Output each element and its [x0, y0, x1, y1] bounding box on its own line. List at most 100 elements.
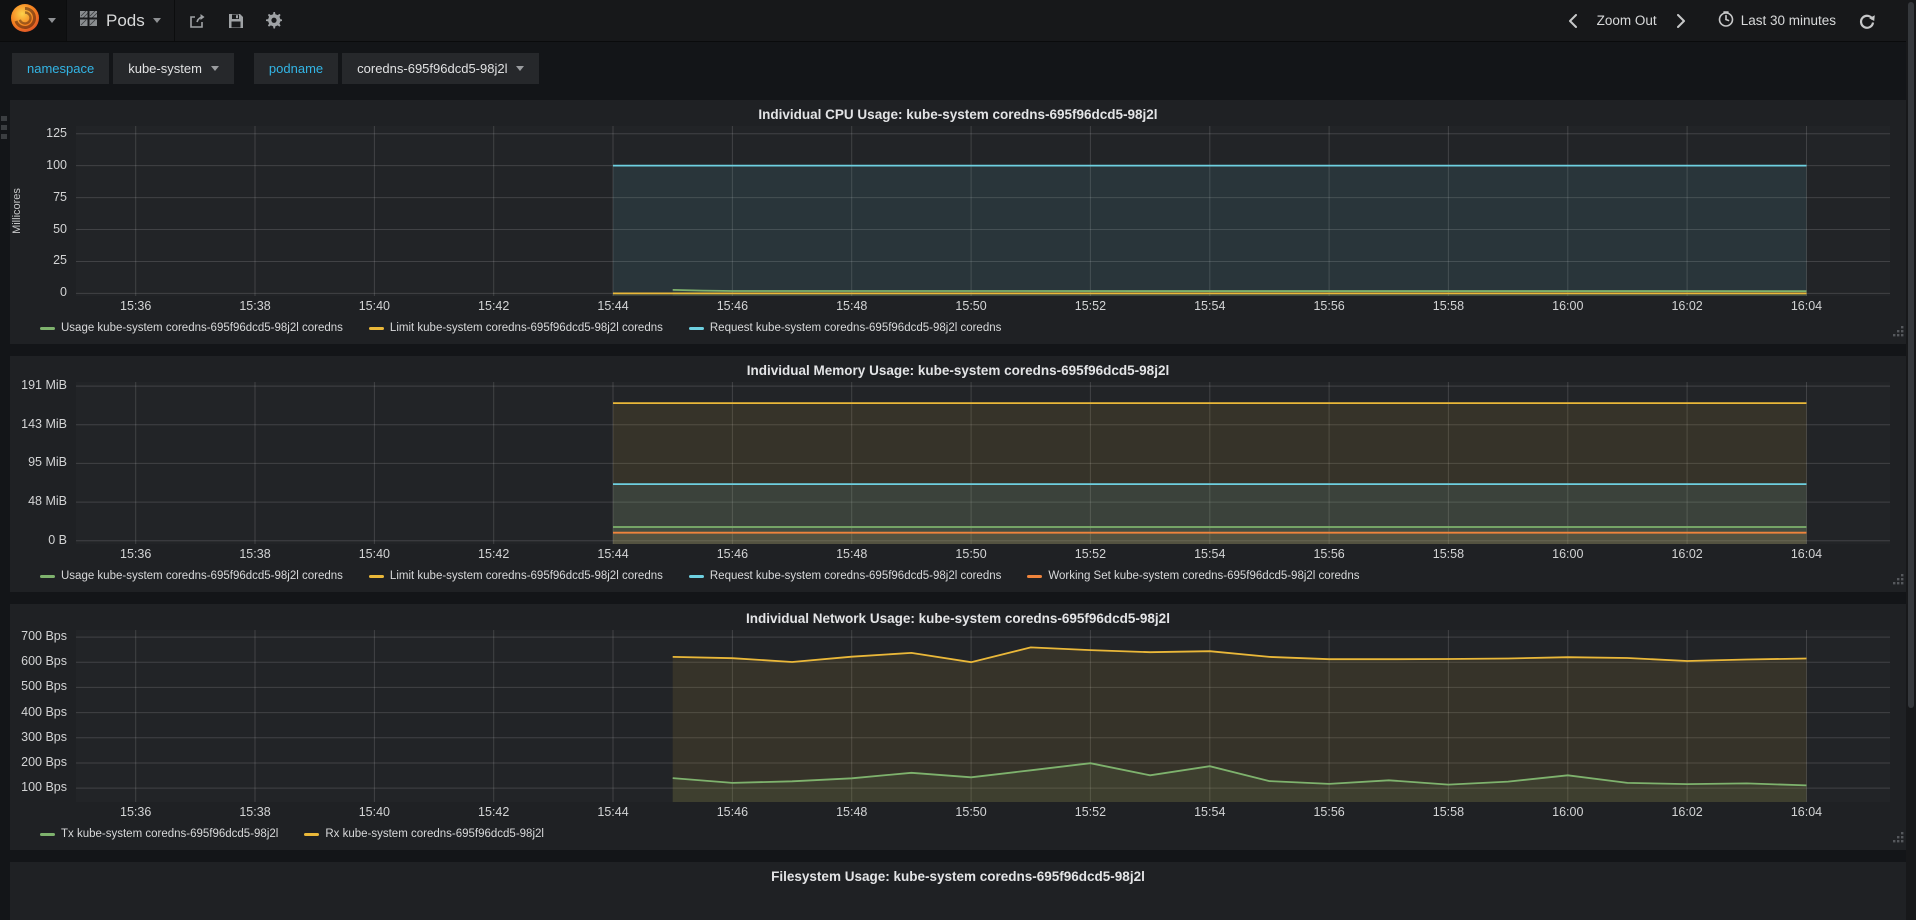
- x-tick-label: 15:48: [836, 547, 868, 561]
- legend-label: Limit kube-system coredns-695f96dcd5-98j…: [389, 322, 663, 334]
- chart-canvas[interactable]: [76, 630, 1890, 802]
- legend-item[interactable]: Request kube-system coredns-695f96dcd5-9…: [688, 322, 1002, 334]
- x-tick-label: 15:58: [1432, 547, 1465, 561]
- x-tick-label: 15:42: [478, 547, 510, 561]
- legend-item[interactable]: Working Set kube-system coredns-695f96dc…: [1027, 570, 1359, 582]
- y-tick-label: 100: [46, 157, 67, 172]
- x-tick-label: 15:36: [120, 805, 152, 819]
- settings-gear-icon[interactable]: [255, 0, 293, 41]
- panel-title[interactable]: Individual CPU Usage: kube-system coredn…: [10, 100, 1906, 126]
- memory-chart-plot-area[interactable]: [76, 382, 1890, 544]
- page-scrollbar[interactable]: [1906, 0, 1916, 920]
- legend-item[interactable]: Usage kube-system coredns-695f96dcd5-98j…: [40, 322, 343, 334]
- x-tick-label: 15:54: [1194, 299, 1226, 313]
- x-tick-label: 15:56: [1313, 547, 1345, 561]
- legend-item[interactable]: Tx kube-system coredns-695f96dcd5-98j2l: [40, 828, 278, 840]
- memory-chart-legend: Usage kube-system coredns-695f96dcd5-98j…: [10, 566, 1906, 592]
- x-tick-label: 15:54: [1194, 547, 1226, 561]
- x-tick-label: 16:04: [1790, 805, 1823, 819]
- x-tick-label: 16:00: [1552, 547, 1584, 561]
- time-range-label: Last 30 minutes: [1740, 13, 1836, 28]
- x-tick-label: 16:04: [1790, 547, 1823, 561]
- save-button[interactable]: [217, 0, 255, 41]
- legend-swatch: [368, 574, 384, 578]
- x-tick-label: 15:54: [1194, 805, 1226, 819]
- x-tick-label: 15:42: [478, 805, 510, 819]
- y-axis-label: Millicores: [11, 188, 23, 234]
- x-tick-label: 16:00: [1552, 299, 1584, 313]
- y-tick-label: 25: [53, 253, 67, 268]
- x-tick-label: 15:40: [358, 299, 390, 313]
- y-tick-label: 50: [53, 221, 67, 236]
- time-back-button[interactable]: [1560, 13, 1585, 28]
- x-tick-label: 15:46: [716, 299, 749, 313]
- legend-label: Request kube-system coredns-695f96dcd5-9…: [709, 322, 1002, 334]
- y-tick-label: 191 MiB: [21, 378, 67, 393]
- x-tick-label: 15:58: [1432, 299, 1465, 313]
- legend-swatch: [688, 574, 704, 578]
- legend-swatch: [40, 326, 55, 330]
- legend-label: Working Set kube-system coredns-695f96dc…: [1048, 570, 1360, 582]
- x-tick-label: 15:38: [239, 805, 271, 819]
- chart-canvas[interactable]: [76, 126, 1890, 296]
- grafana-logo: [10, 3, 40, 38]
- y-tick-label: 125: [46, 125, 67, 140]
- x-tick-label: 15:52: [1074, 805, 1107, 819]
- legend-item[interactable]: Usage kube-system coredns-695f96dcd5-98j…: [40, 570, 343, 582]
- cpu-chart-plot-area[interactable]: [76, 126, 1890, 296]
- network-chart-plot-area[interactable]: [76, 630, 1890, 802]
- panel-title[interactable]: Individual Memory Usage: kube-system cor…: [10, 356, 1906, 382]
- y-tick-label: 400 Bps: [21, 704, 67, 719]
- y-tick-label: 700 Bps: [21, 629, 67, 644]
- legend-item[interactable]: Limit kube-system coredns-695f96dcd5-98j…: [368, 322, 663, 334]
- legend-item[interactable]: Request kube-system coredns-695f96dcd5-9…: [688, 570, 1002, 582]
- legend-swatch: [688, 326, 704, 330]
- row-drag-handle[interactable]: [1, 116, 9, 143]
- dashboard-title: Pods: [106, 10, 145, 30]
- refresh-icon[interactable]: [1848, 0, 1886, 41]
- grafana-menu-button[interactable]: [0, 0, 67, 41]
- cpu-chart-legend: Usage kube-system coredns-695f96dcd5-98j…: [10, 318, 1906, 344]
- x-tick-label: 15:58: [1432, 805, 1465, 819]
- x-axis-ticks: 15:36 15:38 15:40 15:42 15:44 15:46 15:48 15:50…: [76, 296, 1890, 318]
- panel-resize-grip[interactable]: [1892, 830, 1904, 848]
- legend-swatch: [40, 574, 55, 578]
- network-chart-legend: Tx kube-system coredns-695f96dcd5-98j2l R…: [10, 824, 1906, 850]
- x-axis-ticks: 15:36 15:38 15:40 15:42 15:44 15:46 15:48 15:50…: [76, 802, 1890, 824]
- panel-individual-cpu-usage: Individual CPU Usage: kube-system coredn…: [10, 100, 1906, 344]
- x-tick-label: 15:40: [358, 547, 390, 561]
- x-tick-label: 16:04: [1790, 299, 1823, 313]
- scrollbar-thumb[interactable]: [1908, 2, 1914, 708]
- panel-title[interactable]: Individual Network Usage: kube-system co…: [10, 604, 1906, 630]
- panel-resize-grip[interactable]: [1892, 572, 1904, 590]
- variable-label-namespace: namespace: [12, 52, 110, 84]
- x-tick-label: 15:48: [836, 299, 868, 313]
- legend-label: Request kube-system coredns-695f96dcd5-9…: [709, 570, 1002, 582]
- top-navbar: Pods Zoom Out Last 30 minutes: [0, 0, 1916, 42]
- zoom-out-button[interactable]: Zoom Out: [1589, 13, 1665, 28]
- variable-value-podname[interactable]: coredns-695f96dcd5-98j2l: [342, 52, 540, 84]
- y-tick-label: 0: [60, 285, 67, 300]
- chart-canvas[interactable]: [76, 382, 1890, 544]
- legend-label: Tx kube-system coredns-695f96dcd5-98j2l: [61, 828, 279, 840]
- legend-label: Rx kube-system coredns-695f96dcd5-98j2l: [325, 828, 544, 840]
- x-tick-label: 15:50: [955, 299, 987, 313]
- dashboard-picker[interactable]: Pods: [67, 0, 175, 41]
- share-button[interactable]: [179, 0, 217, 41]
- y-tick-label: 143 MiB: [21, 416, 67, 431]
- x-tick-label: 15:44: [597, 299, 629, 313]
- panel-title[interactable]: Filesystem Usage: kube-system coredns-69…: [10, 862, 1906, 888]
- legend-item[interactable]: Rx kube-system coredns-695f96dcd5-98j2l: [304, 828, 544, 840]
- panel-resize-grip[interactable]: [1892, 324, 1904, 342]
- time-range-button[interactable]: Last 30 minutes: [1710, 11, 1844, 30]
- time-forward-button[interactable]: [1669, 13, 1694, 28]
- x-axis-ticks: 15:36 15:38 15:40 15:42 15:44 15:46 15:48 15:50…: [76, 544, 1890, 566]
- x-tick-label: 15:36: [120, 547, 152, 561]
- legend-item[interactable]: Limit kube-system coredns-695f96dcd5-98j…: [368, 570, 663, 582]
- chevron-down-icon: [48, 18, 56, 23]
- x-tick-label: 15:46: [716, 547, 749, 561]
- variable-value-namespace[interactable]: kube-system: [113, 52, 234, 84]
- variable-label-podname: podname: [253, 52, 339, 84]
- y-tick-label: 95 MiB: [28, 455, 67, 470]
- y-tick-label: 75: [53, 189, 67, 204]
